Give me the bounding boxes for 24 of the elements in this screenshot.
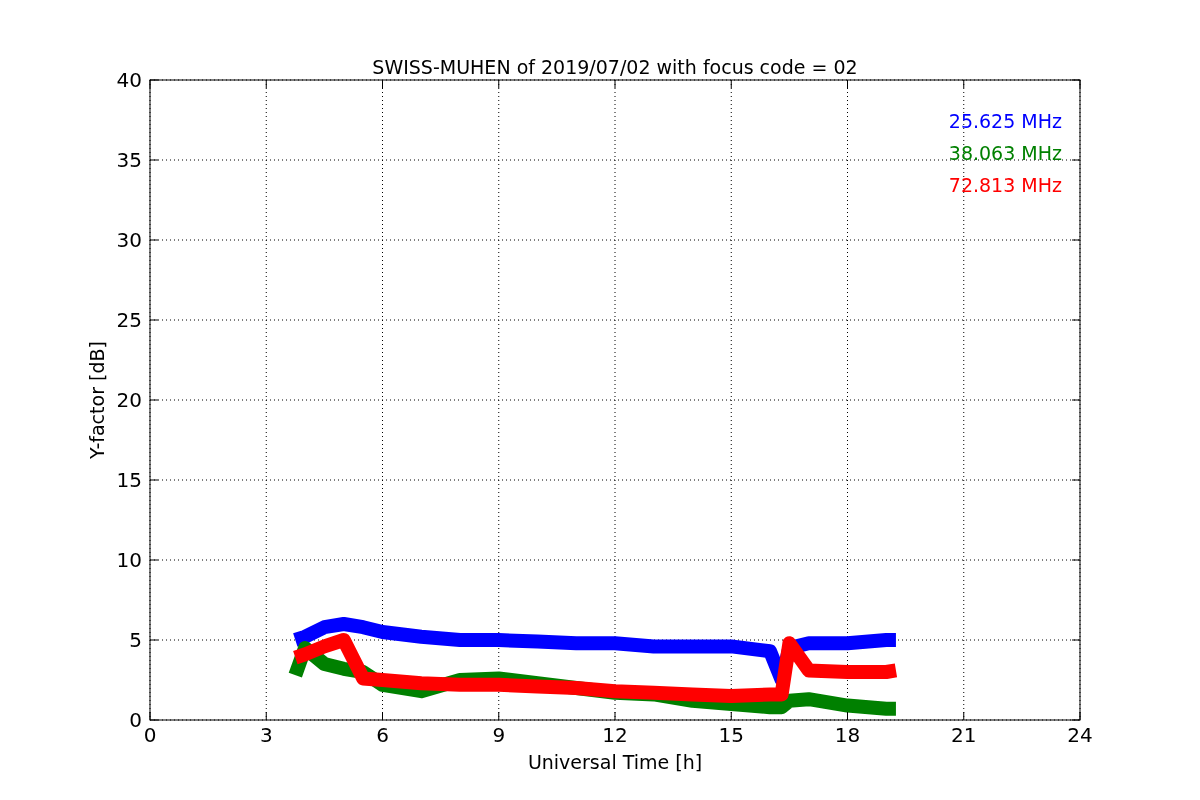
legend-label: 25.625 MHz	[948, 110, 1062, 132]
y-tick-label: 25	[116, 308, 142, 332]
x-tick-label: 21	[951, 723, 977, 747]
x-tick-label: 0	[143, 723, 157, 747]
x-tick-label: 18	[834, 723, 861, 747]
legend-label: 72.813 MHz	[948, 174, 1062, 196]
y-tick-label: 15	[116, 468, 142, 492]
y-axis-label: Y-factor [dB]	[86, 341, 108, 459]
x-tick-label: 12	[602, 723, 628, 747]
x-tick-label: 15	[718, 723, 744, 747]
x-tick-label: 24	[1067, 723, 1093, 747]
chart-title: SWISS-MUHEN of 2019/07/02 with focus code = 02	[372, 56, 858, 78]
x-tick-label: 3	[259, 723, 273, 747]
y-tick-label: 40	[116, 68, 142, 92]
y-tick-label: 30	[116, 228, 142, 252]
x-axis-label: Universal Time [h]	[527, 751, 703, 773]
y-tick-label: 5	[129, 628, 142, 652]
legend-label: 38.063 MHz	[948, 142, 1062, 164]
y-tick-label: 20	[116, 388, 142, 412]
y-tick-label: 10	[116, 548, 142, 572]
y-tick-label: 0	[129, 708, 142, 732]
x-tick-label: 9	[492, 723, 506, 747]
x-tick-label: 6	[376, 723, 389, 747]
y-tick-label: 35	[116, 148, 142, 172]
